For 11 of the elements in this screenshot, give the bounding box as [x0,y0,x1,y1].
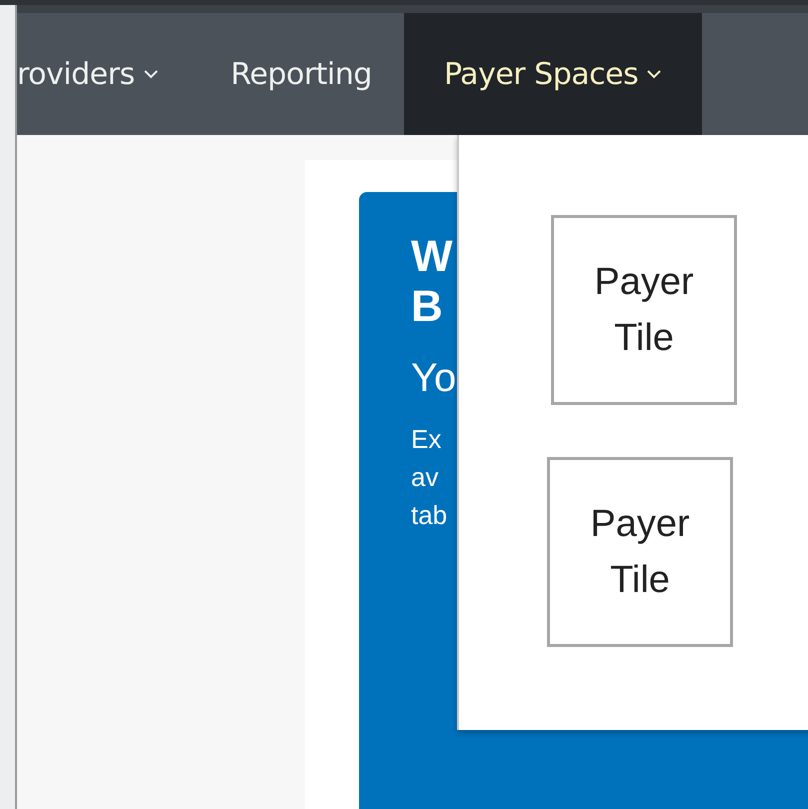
card-heading: B [411,282,443,332]
card-subtitle: Yo [411,355,456,402]
card-text: Ex [411,423,442,456]
card-heading: W [411,232,453,282]
card-text: tab [411,499,448,532]
nav-link[interactable]: Payer Spaces [404,13,702,135]
nav-link[interactable]: Reporting [230,13,372,135]
card-text: av [411,461,438,494]
payer-tile[interactable]: Payer Tile [551,215,737,405]
payer-tile[interactable]: Payer Tile [547,457,733,647]
nav-link[interactable]: roviders [17,13,159,135]
